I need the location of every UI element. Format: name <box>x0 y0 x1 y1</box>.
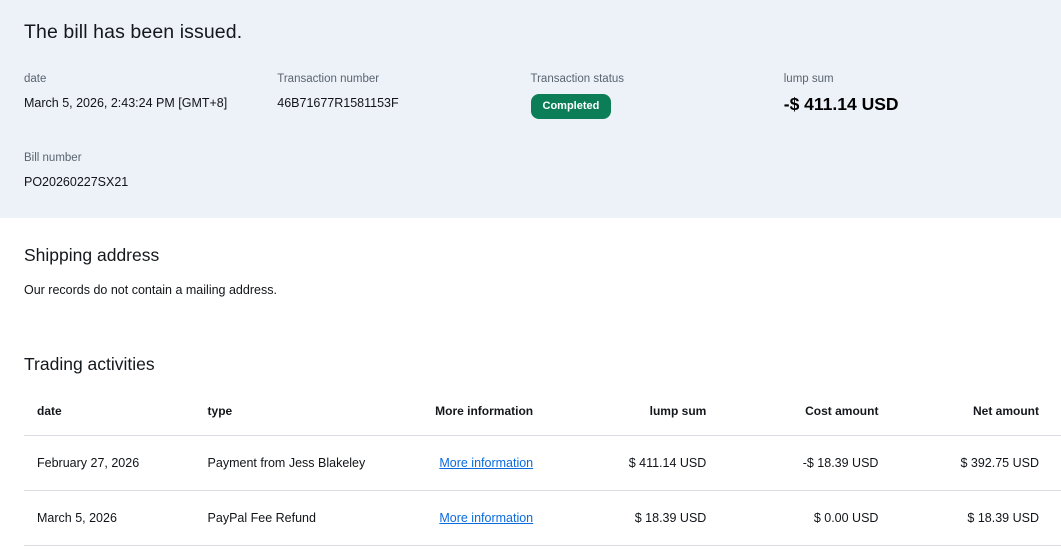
field-date-value: March 5, 2026, 2:43:24 PM [GMT+8] <box>24 96 228 110</box>
table-row: March 5, 2026 PayPal Fee Refund More inf… <box>24 490 1061 546</box>
trading-activities-table: date type More information lump sum Cost… <box>24 387 1061 546</box>
column-header-lump-sum: lump sum <box>533 387 707 436</box>
cell-net-amount: $ 392.75 USD <box>878 435 1061 491</box>
trading-activities-heading: Trading activities <box>24 354 155 374</box>
cell-date: February 27, 2026 <box>24 435 208 491</box>
cell-date: March 5, 2026 <box>24 490 208 546</box>
cell-type: Payment from Jess Blakeley <box>207 435 415 491</box>
cell-lump-sum: $ 411.14 USD <box>533 435 707 491</box>
field-transaction-number: Transaction number 46B71677R1581153F <box>277 73 530 119</box>
cell-net-amount: $ 18.39 USD <box>878 490 1061 546</box>
cell-cost-amount: $ 0.00 USD <box>706 490 879 546</box>
column-header-type: type <box>207 387 415 436</box>
cell-cost-amount: -$ 18.39 USD <box>706 435 879 491</box>
cell-lump-sum: $ 18.39 USD <box>533 490 707 546</box>
more-information-link[interactable]: More information <box>439 511 533 525</box>
table-row: February 27, 2026 Payment from Jess Blak… <box>24 435 1061 491</box>
field-bill-number-label: Bill number <box>24 152 82 164</box>
shipping-address-heading: Shipping address <box>24 245 160 265</box>
status-badge: Completed <box>530 94 612 119</box>
column-header-net-amount: Net amount <box>878 387 1061 436</box>
field-transaction-number-value: 46B71677R1581153F <box>277 96 399 110</box>
page-title: The bill has been issued. <box>24 21 243 43</box>
field-transaction-status-label: Transaction status <box>530 73 625 85</box>
summary-fields: date March 5, 2026, 2:43:24 PM [GMT+8] T… <box>24 73 1037 198</box>
field-lump-sum: lump sum -$ 411.14 USD <box>784 73 1037 119</box>
column-header-cost-amount: Cost amount <box>706 387 879 436</box>
more-information-link[interactable]: More information <box>439 456 533 470</box>
bill-summary-panel: The bill has been issued. date March 5, … <box>0 0 1061 218</box>
column-header-more-information: More information <box>414 387 534 436</box>
field-transaction-number-label: Transaction number <box>277 73 380 85</box>
field-date-label: date <box>24 73 47 85</box>
field-bill-number: Bill number PO20260227SX21 <box>24 152 277 198</box>
cell-type: PayPal Fee Refund <box>207 490 415 546</box>
field-transaction-status: Transaction status Completed <box>530 73 784 119</box>
column-header-date: date <box>24 387 208 436</box>
shipping-address-section: Shipping address Our records do not cont… <box>0 218 1061 297</box>
trading-activities-section: Trading activities date type More inform… <box>0 297 1061 546</box>
field-date: date March 5, 2026, 2:43:24 PM [GMT+8] <box>24 73 277 119</box>
field-lump-sum-label: lump sum <box>783 73 834 85</box>
table-header-row: date type More information lump sum Cost… <box>24 387 1061 436</box>
field-bill-number-value: PO20260227SX21 <box>24 175 129 189</box>
shipping-address-message: Our records do not contain a mailing add… <box>24 283 277 297</box>
lump-sum-value: -$ 411.14 USD <box>783 94 899 114</box>
